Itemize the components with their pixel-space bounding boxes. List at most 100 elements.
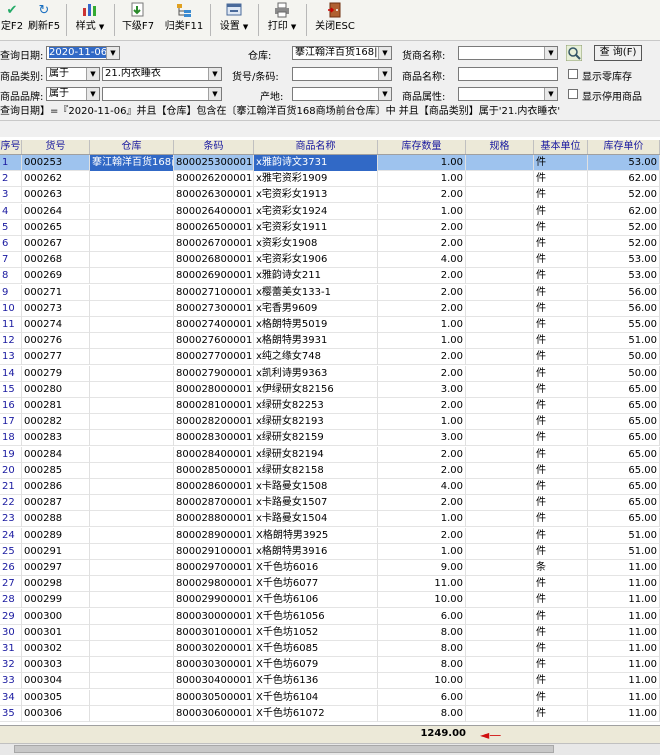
table-row[interactable]: 14 000279 8000279000017 x凯利诗男9363 2.00 件 50.00 — [0, 365, 660, 382]
cell-name[interactable]: X千色坊6104 — [254, 689, 378, 706]
cell-price[interactable]: 11.00 — [588, 689, 660, 706]
chevron-down-icon[interactable]: ▼ — [544, 47, 557, 59]
cell-name[interactable]: x绿研女82159 — [254, 430, 378, 447]
brand-operator-select[interactable]: 属于 ▼ — [46, 87, 100, 101]
cell-no[interactable]: 28 — [0, 592, 22, 609]
cell-name[interactable]: X千色坊6106 — [254, 592, 378, 609]
cell-sku[interactable]: 000281 — [22, 398, 90, 414]
cell-qty[interactable]: 2.00 — [378, 446, 466, 463]
cell-no[interactable]: 23 — [0, 511, 22, 528]
cell-warehouse[interactable] — [90, 592, 174, 609]
cell-qty[interactable]: 4.00 — [378, 252, 466, 269]
cell-unit[interactable]: 件 — [534, 317, 588, 333]
table-row[interactable]: 20 000285 8000285000018 x绿研女82158 2.00 件 65.00 — [0, 462, 660, 479]
cell-name[interactable]: x樱蕾美女133-1 — [254, 284, 378, 301]
cell-no[interactable]: 3 — [0, 187, 22, 204]
sku-input[interactable]: ▼ — [292, 67, 392, 81]
cell-unit[interactable]: 件 — [534, 495, 588, 512]
cell-sku[interactable]: 000306 — [22, 705, 90, 722]
cell-qty[interactable]: 8.00 — [378, 641, 466, 657]
cell-sku[interactable]: 000253 — [22, 155, 90, 171]
cell-barcode[interactable]: 8000306000010 — [174, 705, 254, 722]
cell-unit[interactable]: 件 — [534, 349, 588, 366]
cell-price[interactable]: 65.00 — [588, 462, 660, 479]
cell-qty[interactable]: 8.00 — [378, 657, 466, 674]
table-row[interactable]: 30 000301 8000301000015 X千色坊1052 8.00 件 11.00 — [0, 624, 660, 641]
category-select[interactable]: 21.内衣睡衣 ▼ — [102, 67, 222, 81]
cell-barcode[interactable]: 8000288000015 — [174, 511, 254, 528]
cell-barcode[interactable]: 8000264000015 — [174, 203, 254, 220]
cell-barcode[interactable]: 8000271000015 — [174, 284, 254, 301]
cell-price[interactable]: 52.00 — [588, 236, 660, 252]
table-row[interactable]: 22 000287 8000287000016 x卡路曼女1507 2.00 件 65.00 — [0, 495, 660, 512]
date-picker[interactable]: 2020-11-06 ▼ — [46, 46, 120, 60]
cell-qty[interactable]: 1.00 — [378, 171, 466, 188]
cell-warehouse[interactable] — [90, 203, 174, 220]
cell-sku[interactable]: 000274 — [22, 317, 90, 333]
cell-warehouse[interactable]: 搴江翰洋百货168商 — [90, 155, 174, 171]
cell-qty[interactable]: 1.00 — [378, 414, 466, 431]
cell-no[interactable]: 27 — [0, 576, 22, 593]
cell-unit[interactable]: 件 — [534, 673, 588, 690]
cell-price[interactable]: 53.00 — [588, 268, 660, 285]
show-zero-stock-checkbox[interactable] — [568, 69, 578, 79]
cell-unit[interactable]: 件 — [534, 446, 588, 463]
cell-qty[interactable]: 3.00 — [378, 430, 466, 447]
table-row[interactable]: 11 000274 8000274000012 x格朗特男5019 1.00 件 55.00 — [0, 317, 660, 333]
cell-unit[interactable]: 件 — [534, 187, 588, 204]
cell-spec[interactable] — [466, 479, 534, 495]
cell-barcode[interactable]: 8000274000012 — [174, 317, 254, 333]
cell-unit[interactable]: 件 — [534, 657, 588, 674]
cell-warehouse[interactable] — [90, 398, 174, 414]
cell-spec[interactable] — [466, 527, 534, 544]
cell-warehouse[interactable] — [90, 349, 174, 366]
cell-spec[interactable] — [466, 349, 534, 366]
cell-qty[interactable]: 6.00 — [378, 689, 466, 706]
cell-name[interactable]: x格朗特男3931 — [254, 333, 378, 350]
cell-no[interactable]: 19 — [0, 446, 22, 463]
cell-barcode[interactable]: 8000253000019 — [174, 155, 254, 171]
cell-sku[interactable]: 000303 — [22, 657, 90, 674]
cell-warehouse[interactable] — [90, 171, 174, 188]
cell-qty[interactable]: 4.00 — [378, 479, 466, 495]
cell-qty[interactable]: 2.00 — [378, 398, 466, 414]
cell-price[interactable]: 11.00 — [588, 576, 660, 593]
cell-price[interactable]: 65.00 — [588, 398, 660, 414]
cell-qty[interactable]: 2.00 — [378, 284, 466, 301]
cell-barcode[interactable]: 8000265000014 — [174, 219, 254, 236]
cell-spec[interactable] — [466, 511, 534, 528]
cell-barcode[interactable]: 8000279000017 — [174, 365, 254, 382]
cell-price[interactable]: 65.00 — [588, 430, 660, 447]
cell-warehouse[interactable] — [90, 624, 174, 641]
cell-qty[interactable]: 2.00 — [378, 219, 466, 236]
cell-qty[interactable]: 10.00 — [378, 592, 466, 609]
cell-name[interactable]: X千色坊61072 — [254, 705, 378, 722]
cell-barcode[interactable]: 8000269000010 — [174, 268, 254, 285]
cell-name[interactable]: x格朗特男3916 — [254, 543, 378, 560]
cell-barcode[interactable]: 8000299000011 — [174, 592, 254, 609]
cell-no[interactable]: 33 — [0, 673, 22, 690]
col-header-qty[interactable]: 库存数量 — [378, 140, 466, 154]
horizontal-scrollbar[interactable] — [0, 743, 660, 755]
cell-unit[interactable]: 件 — [534, 203, 588, 220]
cell-sku[interactable]: 000273 — [22, 300, 90, 317]
chevron-down-icon[interactable]: ▼ — [378, 88, 391, 100]
cell-sku[interactable]: 000298 — [22, 576, 90, 593]
cell-price[interactable]: 11.00 — [588, 560, 660, 576]
cell-sku[interactable]: 000300 — [22, 608, 90, 625]
cell-barcode[interactable]: 8000276000010 — [174, 333, 254, 350]
cell-qty[interactable]: 2.00 — [378, 187, 466, 204]
table-row[interactable]: 23 000288 8000288000015 x卡路曼女1504 1.00 件 65.00 — [0, 511, 660, 528]
warehouse-select[interactable]: 搴江翰洋百货168| ▼ — [292, 46, 392, 60]
cell-no[interactable]: 8 — [0, 268, 22, 285]
cell-price[interactable]: 50.00 — [588, 365, 660, 382]
cell-qty[interactable]: 2.00 — [378, 236, 466, 252]
cell-barcode[interactable]: 8000263000016 — [174, 187, 254, 204]
col-header-sku[interactable]: 货号 — [22, 140, 90, 154]
cell-warehouse[interactable] — [90, 657, 174, 674]
cell-name[interactable]: x宅资彩女1924 — [254, 203, 378, 220]
table-row[interactable]: 3 000263 8000263000016 x宅资彩女1913 2.00 件 52.00 — [0, 187, 660, 204]
cell-spec[interactable] — [466, 300, 534, 317]
table-row[interactable]: 33 000304 8000304000012 X千色坊6136 10.00 件 11.00 — [0, 673, 660, 690]
cell-qty[interactable]: 1.00 — [378, 155, 466, 171]
